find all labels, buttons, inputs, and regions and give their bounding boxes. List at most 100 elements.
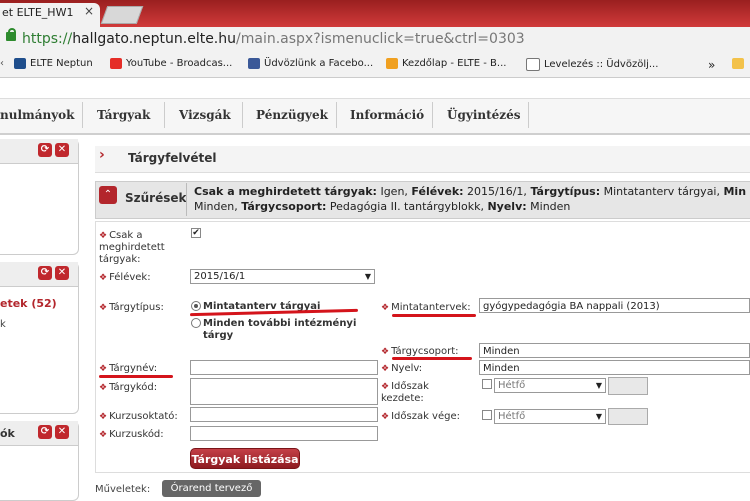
filter-value: Mintatanterv tárgyai,: [600, 185, 724, 198]
label-text: Tárgykód:: [109, 382, 158, 393]
red-underline-annotation: [392, 314, 476, 317]
elte-icon: [386, 58, 398, 69]
messages-link[interactable]: etek (52): [0, 297, 57, 310]
filter-label[interactable]: Szűrések: [125, 191, 187, 205]
course-code-label: ❖ Kurzuskód:: [99, 429, 164, 441]
dropdown-arrow-icon: ▼: [364, 272, 371, 281]
menu-divider: [164, 102, 165, 128]
list-subjects-button[interactable]: Tárgyak listázása: [190, 448, 300, 469]
diamond-icon: ❖: [381, 412, 390, 422]
url-path: /main.aspx?ismenuclick=true&ctrl=0303: [236, 31, 525, 47]
dropdown-arrow-icon: ▼: [595, 381, 602, 390]
bookmark-label: YouTube - Broadcas...: [126, 58, 233, 69]
menu-item-vizsgak[interactable]: Vizsgák: [179, 108, 231, 122]
diamond-icon: ❖: [99, 383, 108, 393]
filter-key: Félévek:: [411, 185, 464, 198]
instructor-input[interactable]: [190, 407, 378, 422]
dropdown-arrow-icon: ▼: [595, 412, 602, 421]
lock-icon: [6, 32, 16, 41]
diamond-icon: ❖: [381, 382, 390, 392]
menu-divider: [242, 102, 243, 128]
page-title: Tárgyfelvétel: [128, 151, 217, 165]
subject-name-input[interactable]: [190, 360, 378, 375]
subject-group-field[interactable]: Minden: [479, 343, 750, 358]
period-end-label: ❖ Időszak vége:: [381, 411, 460, 423]
bookmark-label: ELTE Neptun: [30, 58, 93, 69]
menu-divider: [336, 102, 337, 128]
subject-type-option-other[interactable]: Minden további intézményi tárgy: [203, 318, 368, 342]
period-end-time-field[interactable]: [608, 408, 648, 425]
filter-key: Min: [723, 185, 747, 198]
label-text: Időszak vége:: [391, 411, 460, 422]
only-announced-label: ❖ Csak a meghirdetett tárgyak:: [99, 230, 179, 266]
semester-select[interactable]: 2015/16/1 ▼: [190, 269, 375, 284]
select-value: Hétfő: [498, 411, 526, 422]
refresh-icon[interactable]: ⟳: [38, 266, 52, 280]
bookmark-elte-neptun[interactable]: ELTE Neptun: [14, 58, 93, 69]
facebook-icon: [248, 58, 260, 69]
menu-divider: [432, 102, 433, 128]
tab-close-icon[interactable]: ×: [84, 4, 94, 18]
curriculum-field[interactable]: gyógypedagógia BA nappali (2013): [479, 298, 750, 313]
menu-item-informacio[interactable]: Információ: [350, 108, 424, 122]
subject-type-label: ❖ Tárgytípus:: [99, 302, 164, 314]
left-panel-text: k: [0, 319, 6, 330]
diamond-icon: ❖: [99, 430, 108, 440]
period-start-day-select[interactable]: Hétfő ▼: [494, 378, 606, 393]
curriculum-label: ❖ Mintatantervek:: [381, 302, 471, 314]
bookmarks-more[interactable]: »: [708, 58, 715, 72]
folder-icon[interactable]: [732, 58, 744, 69]
subject-type-radio-other[interactable]: [191, 318, 201, 328]
menu-item-tanulmanyok[interactable]: nulmányok: [0, 108, 75, 122]
filter-value: Igen,: [376, 185, 412, 198]
bookmark-youtube[interactable]: YouTube - Broadcas...: [110, 58, 232, 69]
bookmarks-overflow-icon[interactable]: ‹: [0, 58, 4, 69]
diamond-icon: ❖: [99, 412, 108, 422]
close-icon[interactable]: ✕: [55, 266, 69, 280]
subject-name-label: ❖ Tárgynév:: [99, 363, 157, 375]
bookmark-label: Üdvözlünk a Facebo...: [264, 58, 374, 69]
subject-code-input[interactable]: [190, 378, 378, 405]
filter-value: Minden: [526, 200, 571, 213]
menu-divider: [82, 102, 83, 128]
refresh-icon[interactable]: ⟳: [38, 143, 52, 157]
menu-item-ugyintezes[interactable]: Ügyintézés: [447, 108, 521, 122]
instructor-label: ❖ Kurzusoktató:: [99, 411, 178, 423]
diamond-icon: ❖: [381, 364, 390, 374]
label-text: Kurzusoktató:: [109, 411, 178, 422]
period-start-checkbox[interactable]: [482, 379, 492, 389]
select-value: Hétfő: [498, 380, 526, 391]
tab-title: et ELTE_HW1: [2, 6, 74, 19]
diamond-icon: ❖: [99, 231, 108, 241]
collapse-icon[interactable]: ⌃: [99, 186, 117, 204]
filter-value: Minden,: [194, 200, 242, 213]
period-end-day-select[interactable]: Hétfő ▼: [494, 409, 606, 424]
language-field[interactable]: Minden: [479, 360, 750, 375]
select-value: 2015/16/1: [194, 271, 246, 282]
filter-summary: Csak a meghirdetett tárgyak: Igen, Félév…: [194, 184, 750, 214]
bookmark-facebook[interactable]: Üdvözlünk a Facebo...: [248, 58, 373, 69]
filter-value: Pedagógia II. tantárgyblokk,: [326, 200, 488, 213]
filter-divider: [186, 183, 187, 216]
close-icon[interactable]: ✕: [55, 143, 69, 157]
refresh-icon[interactable]: ⟳: [38, 425, 52, 439]
menu-item-penzugyek[interactable]: Pénzügyek: [256, 108, 328, 122]
course-code-input[interactable]: [190, 426, 378, 441]
new-tab-button[interactable]: [100, 6, 144, 24]
label-text: Mintatantervek:: [391, 302, 471, 313]
label-text: Nyelv:: [391, 363, 423, 374]
only-announced-checkbox[interactable]: ✔: [191, 228, 201, 238]
period-start-time-field[interactable]: [608, 377, 648, 395]
filter-key: Nyelv:: [487, 200, 527, 213]
youtube-icon: [110, 58, 122, 69]
period-start-label: ❖ Időszak kezdete:: [381, 381, 471, 405]
subject-type-radio-curriculum[interactable]: [191, 301, 201, 311]
timetable-planner-button[interactable]: Órarend tervező: [162, 480, 261, 497]
bookmark-mail[interactable]: Levelezés :: Üdvözölj...: [526, 58, 658, 71]
url-text[interactable]: https://hallgato.neptun.elte.hu/main.asp…: [22, 31, 525, 47]
close-icon[interactable]: ✕: [55, 425, 69, 439]
period-end-checkbox[interactable]: [482, 410, 492, 420]
actions-label: Műveletek:: [95, 484, 151, 495]
bookmark-elte[interactable]: Kezdőlap - ELTE - B...: [386, 58, 506, 69]
menu-item-targyak[interactable]: Tárgyak: [97, 108, 150, 122]
